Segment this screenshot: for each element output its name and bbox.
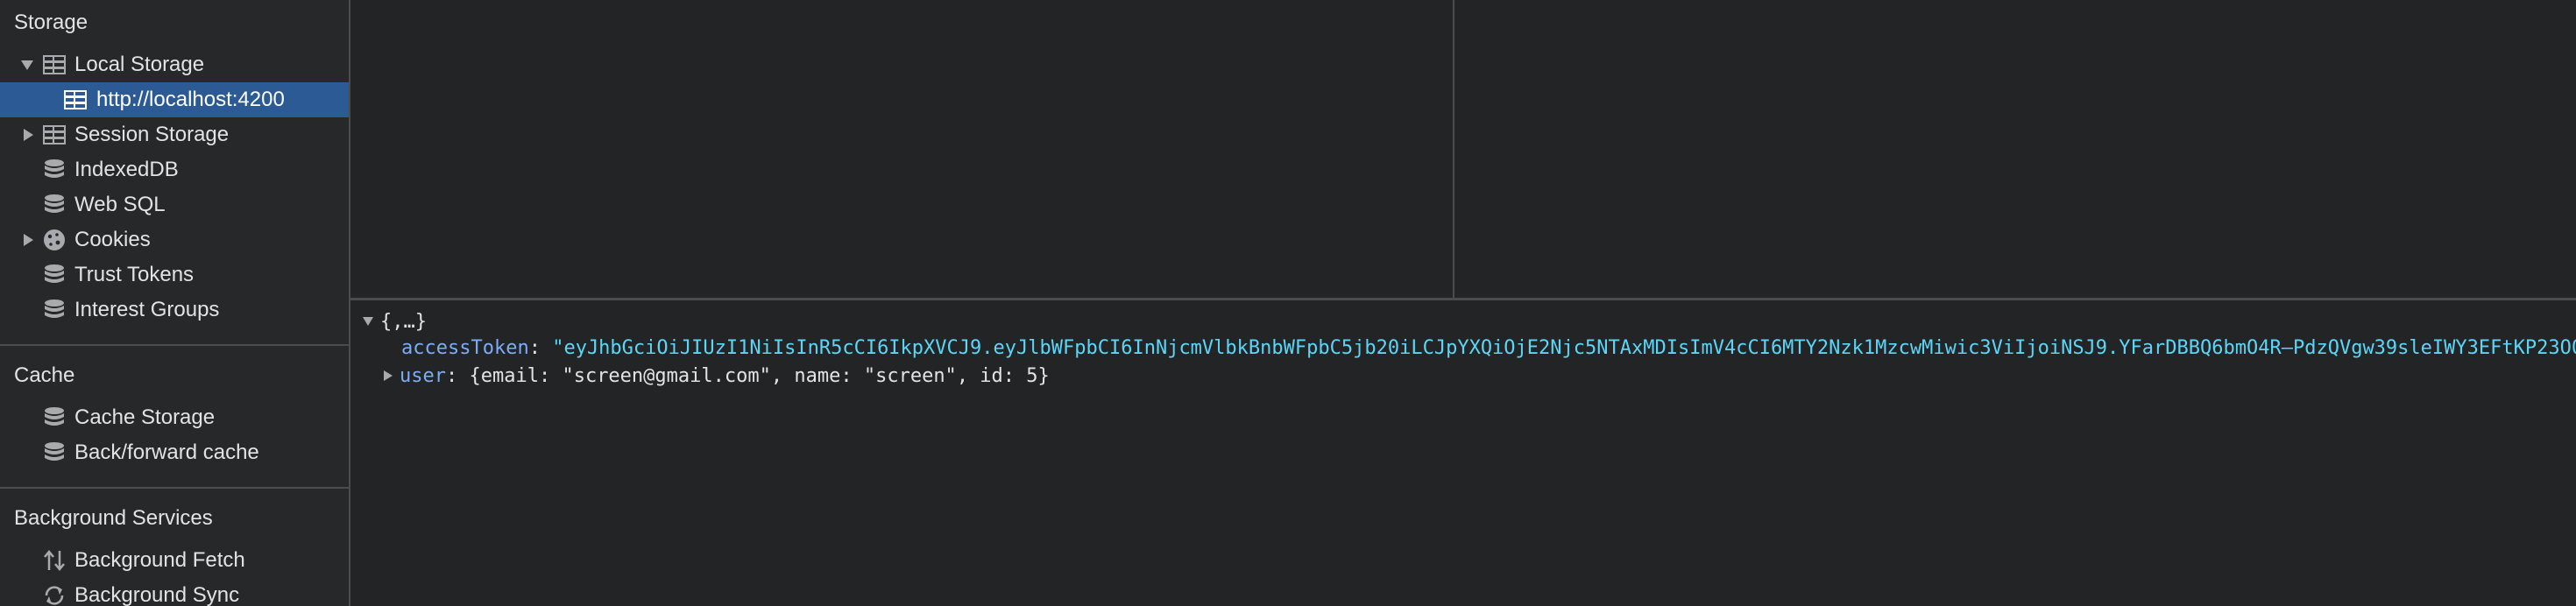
sidebar-item-label: Background Sync xyxy=(74,583,240,606)
section-divider xyxy=(0,487,349,489)
table-icon xyxy=(43,125,66,144)
database-icon xyxy=(45,264,64,283)
user-key: user xyxy=(400,365,446,387)
sidebar-item-label: Cookies xyxy=(74,228,151,251)
storage-table-value-column[interactable] xyxy=(1454,0,2576,298)
storage-main-panel: {,…} accessToken: "eyJhbGciOiJIUzI1NiIsI… xyxy=(350,0,2576,606)
sidebar-item-label: Cache Storage xyxy=(74,405,216,429)
sidebar-item-web-sql[interactable]: Web SQL xyxy=(0,187,349,222)
sidebar-item-trust-tokens[interactable]: Trust Tokens xyxy=(0,257,349,292)
database-icon xyxy=(45,407,64,426)
section-divider xyxy=(0,344,349,346)
expand-triangle-icon[interactable] xyxy=(363,317,373,326)
sidebar-item-label: Back/forward cache xyxy=(74,440,259,464)
cookie-icon xyxy=(44,229,65,250)
expand-triangle-icon[interactable] xyxy=(21,60,33,70)
sidebar-item-background-sync[interactable]: Background Sync xyxy=(0,578,349,606)
user-id-value: 5 xyxy=(1026,365,1038,387)
sidebar-item-label: http://localhost:4200 xyxy=(96,88,285,111)
user-name-value: "screen" xyxy=(863,365,957,387)
database-icon xyxy=(45,194,64,213)
cache-section-header: Cache xyxy=(14,363,75,387)
storage-section-header: Storage xyxy=(14,11,88,34)
storage-table-key-column[interactable] xyxy=(350,0,1454,298)
access-token-value: "eyJhbGciOiJIUzI1NiIsInR5cCI6IkpXVCJ9.ey… xyxy=(552,337,2576,359)
preview-access-token-row[interactable]: accessToken: "eyJhbGciOiJIUzI1NiIsInR5cC… xyxy=(401,337,2576,359)
sidebar-item-localhost-origin[interactable]: http://localhost:4200 xyxy=(0,82,349,117)
background-services-section-header: Background Services xyxy=(14,506,213,530)
sidebar-item-cookies[interactable]: Cookies xyxy=(0,222,349,257)
sidebar-item-label: IndexedDB xyxy=(74,158,179,181)
preview-root-label: {,…} xyxy=(380,311,427,333)
collapse-triangle-icon[interactable] xyxy=(24,129,33,141)
preview-user-row[interactable]: user: {email: "screen@gmail.com", name: … xyxy=(384,365,1050,387)
up-down-arrows-icon xyxy=(44,550,65,571)
sidebar-item-session-storage[interactable]: Session Storage xyxy=(0,117,349,152)
sidebar-item-label: Web SQL xyxy=(74,193,166,216)
sidebar-item-background-fetch[interactable]: Background Fetch xyxy=(0,543,349,578)
sidebar-item-interest-groups[interactable]: Interest Groups xyxy=(0,292,349,328)
sidebar-item-label: Local Storage xyxy=(74,53,205,76)
value-preview-pane: {,…} accessToken: "eyJhbGciOiJIUzI1NiIsI… xyxy=(350,300,2576,606)
collapse-triangle-icon[interactable] xyxy=(384,370,393,381)
sidebar-item-label: Session Storage xyxy=(74,123,230,146)
sidebar-item-indexeddb[interactable]: IndexedDB xyxy=(0,152,349,187)
sidebar-item-cache-storage[interactable]: Cache Storage xyxy=(0,400,349,435)
user-email-value: "screen@gmail.com" xyxy=(562,365,771,387)
table-icon xyxy=(43,55,66,74)
sync-icon xyxy=(45,586,64,605)
application-sidebar: Storage Local Storage http://localhost:4… xyxy=(0,0,350,606)
database-icon xyxy=(45,442,64,461)
table-icon xyxy=(64,90,87,109)
sidebar-item-label: Background Fetch xyxy=(74,548,245,572)
collapse-triangle-icon[interactable] xyxy=(24,234,33,246)
access-token-key: accessToken xyxy=(401,337,529,359)
sidebar-item-back-forward-cache[interactable]: Back/forward cache xyxy=(0,435,349,470)
database-icon xyxy=(45,299,64,318)
sidebar-item-local-storage[interactable]: Local Storage xyxy=(0,47,349,82)
sidebar-item-label: Interest Groups xyxy=(74,298,220,321)
sidebar-item-label: Trust Tokens xyxy=(74,263,195,286)
preview-root-row[interactable]: {,…} xyxy=(363,311,427,333)
database-icon xyxy=(45,159,64,178)
